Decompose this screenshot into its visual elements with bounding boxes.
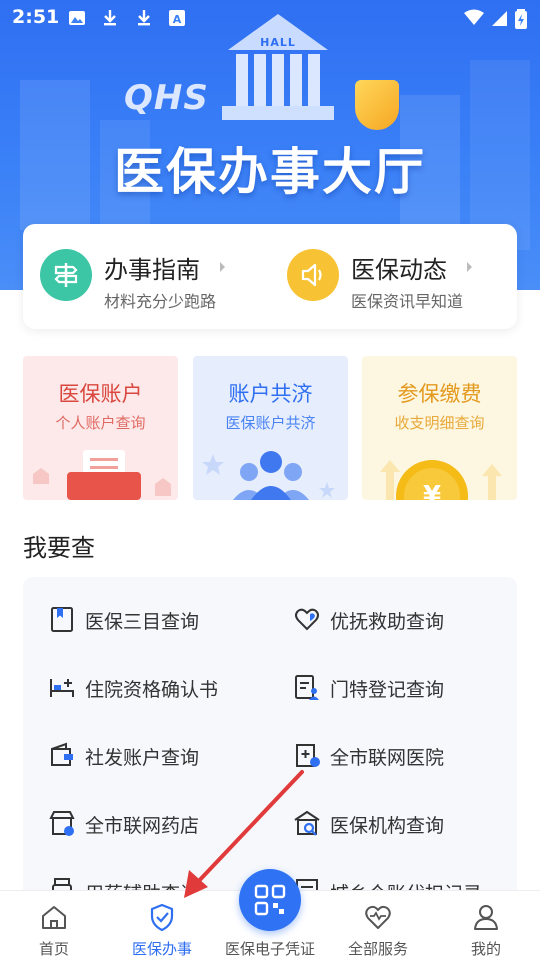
hall-sign: HALL [260,36,296,49]
gold-shield-icon [355,80,399,130]
feature-title: 账户共济 [228,382,313,406]
home-icon [42,906,66,929]
battery-icon [514,9,528,29]
query-item[interactable]: 社发账户查询 [48,735,288,775]
query-label: 全市联网药店 [85,815,200,837]
heart-pulse-icon [365,905,391,929]
pharmacy-network-icon [49,811,75,836]
query-item[interactable]: 医保三目查询 [48,599,288,639]
query-label: 优抚救助查询 [330,611,445,633]
image-notification-icon [68,9,86,27]
hospital-network-icon [296,744,320,767]
feature-card-account[interactable]: 医保账户 个人账户查询 [23,356,178,500]
coin-illustration-icon: ¥ [380,460,502,500]
building-search-icon [294,810,320,836]
section-title: 我要查 [23,534,95,562]
query-label: 全市联网医院 [330,747,445,769]
bookmark-doc-icon [51,607,73,632]
nav-label: 首页 [38,940,69,958]
query-item[interactable]: 住院资格确认书 [48,667,288,707]
guide-title: 医保动态 [351,256,447,284]
chevron-right-icon [467,262,472,272]
feature-title: 参保缴费 [397,382,482,406]
guide-item-handbook[interactable]: 办事指南 材料充分少跑路 [23,224,270,329]
feature-subtitle: 个人账户查询 [55,414,146,432]
guide-card: 办事指南 材料充分少跑路 医保动态 医保资讯早知道 [23,224,517,329]
bottom-nav: 首页 医保办事 医保电子凭证 全部服务 我的 [0,869,540,960]
feature-title: 医保账户 [58,382,143,406]
chevron-right-icon [220,262,225,272]
qr-code-button[interactable] [239,869,301,931]
inbox-illustration-icon [33,450,171,500]
person-icon [474,905,498,930]
signal-icon [490,9,508,27]
guide-subtitle: 医保资讯早知道 [351,292,464,311]
guide-subtitle: 材料充分少跑路 [104,292,217,311]
text-notification-icon: A [168,9,186,27]
feature-card-mutual-aid[interactable]: 账户共济 医保账户共济 [193,356,348,500]
query-item[interactable]: 医保机构查询 [293,803,517,843]
query-label: 社发账户查询 [85,747,200,769]
nav-label: 医保办事 [131,940,192,958]
page-title: 医保办事大厅 [114,143,426,201]
query-item[interactable]: 全市联网药店 [48,803,288,843]
qr-code-icon [254,884,286,916]
nav-label: 医保电子凭证 [224,940,315,958]
svg-text:A: A [173,13,182,26]
nav-label: 全部服务 [347,940,408,958]
people-group-icon [202,451,335,500]
feature-card-payment[interactable]: 参保缴费 收支明细查询 ¥ [362,356,517,500]
feature-subtitle: 医保账户共济 [225,414,316,432]
guide-title: 办事指南 [104,256,200,284]
shield-check-icon [150,903,174,931]
query-item[interactable]: 优抚救助查询 [293,599,517,639]
signpost-icon [40,249,92,301]
nav-item-home[interactable]: 首页 [0,891,108,960]
query-item[interactable]: 全市联网医院 [293,735,517,775]
svg-text:¥: ¥ [423,481,441,500]
query-label: 门特登记查询 [330,679,445,701]
doc-person-icon [295,675,319,700]
brand-logo: QHS [124,78,209,118]
query-item[interactable]: 门特登记查询 [293,667,517,707]
query-label: 医保三目查询 [85,611,200,633]
heart-hand-icon [295,608,319,631]
feature-subtitle: 收支明细查询 [394,414,485,432]
query-label: 医保机构查询 [330,815,445,837]
wifi-icon [464,9,484,27]
download-notification-icon [101,9,119,27]
guide-item-news[interactable]: 医保动态 医保资讯早知道 [270,224,517,329]
download-notification-icon [135,9,153,27]
nav-item-services[interactable]: 医保办事 [108,891,216,960]
query-label: 住院资格确认书 [85,679,219,701]
nav-label: 我的 [470,940,501,958]
status-bar: 2:51 A [0,0,540,36]
nav-item-all-services[interactable]: 全部服务 [324,891,432,960]
nav-item-mine[interactable]: 我的 [432,891,540,960]
status-time: 2:51 [12,6,60,28]
wallet-icon [51,742,73,766]
query-panel: 医保三目查询 优抚救助查询 住院资格确认书 门特登记查询 社发账户查询 全市联网… [23,577,517,907]
hospital-bed-icon [50,679,74,697]
speaker-icon [287,249,339,301]
